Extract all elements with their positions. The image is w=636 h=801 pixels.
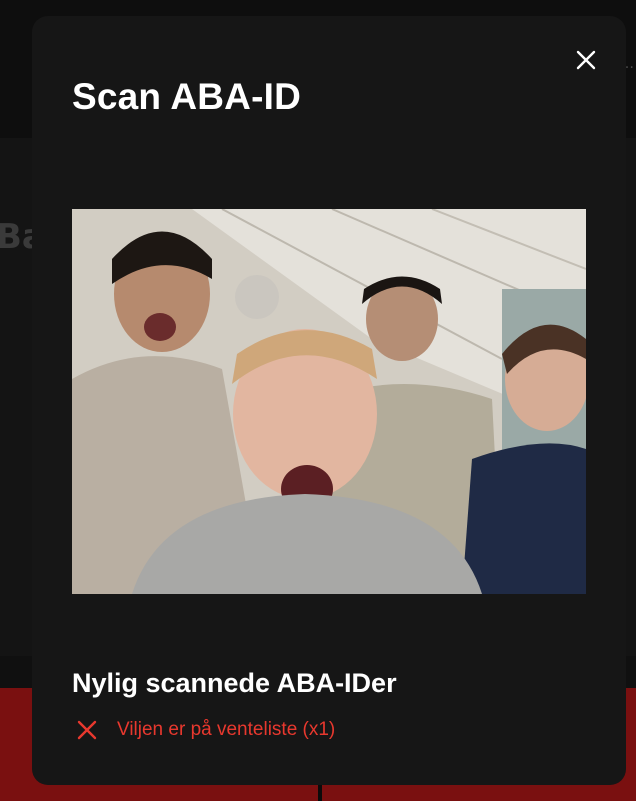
scan-modal: Scan ABA-ID Nylig scannede ABA-IDer Vilj… xyxy=(32,16,626,785)
close-icon xyxy=(576,50,596,70)
camera-view xyxy=(72,209,586,594)
scan-result-text: Viljen er på venteliste (x1) xyxy=(117,719,336,740)
camera-feed-image xyxy=(72,209,586,594)
recent-scans-list: Viljen er på venteliste (x1) xyxy=(72,714,335,746)
x-icon xyxy=(72,715,102,745)
modal-title: Scan ABA-ID xyxy=(72,76,302,117)
recent-scans-title: Nylig scannede ABA-IDer xyxy=(72,668,397,698)
scan-list-item: Viljen er på venteliste (x1) xyxy=(72,714,335,746)
close-button[interactable] xyxy=(572,46,600,74)
